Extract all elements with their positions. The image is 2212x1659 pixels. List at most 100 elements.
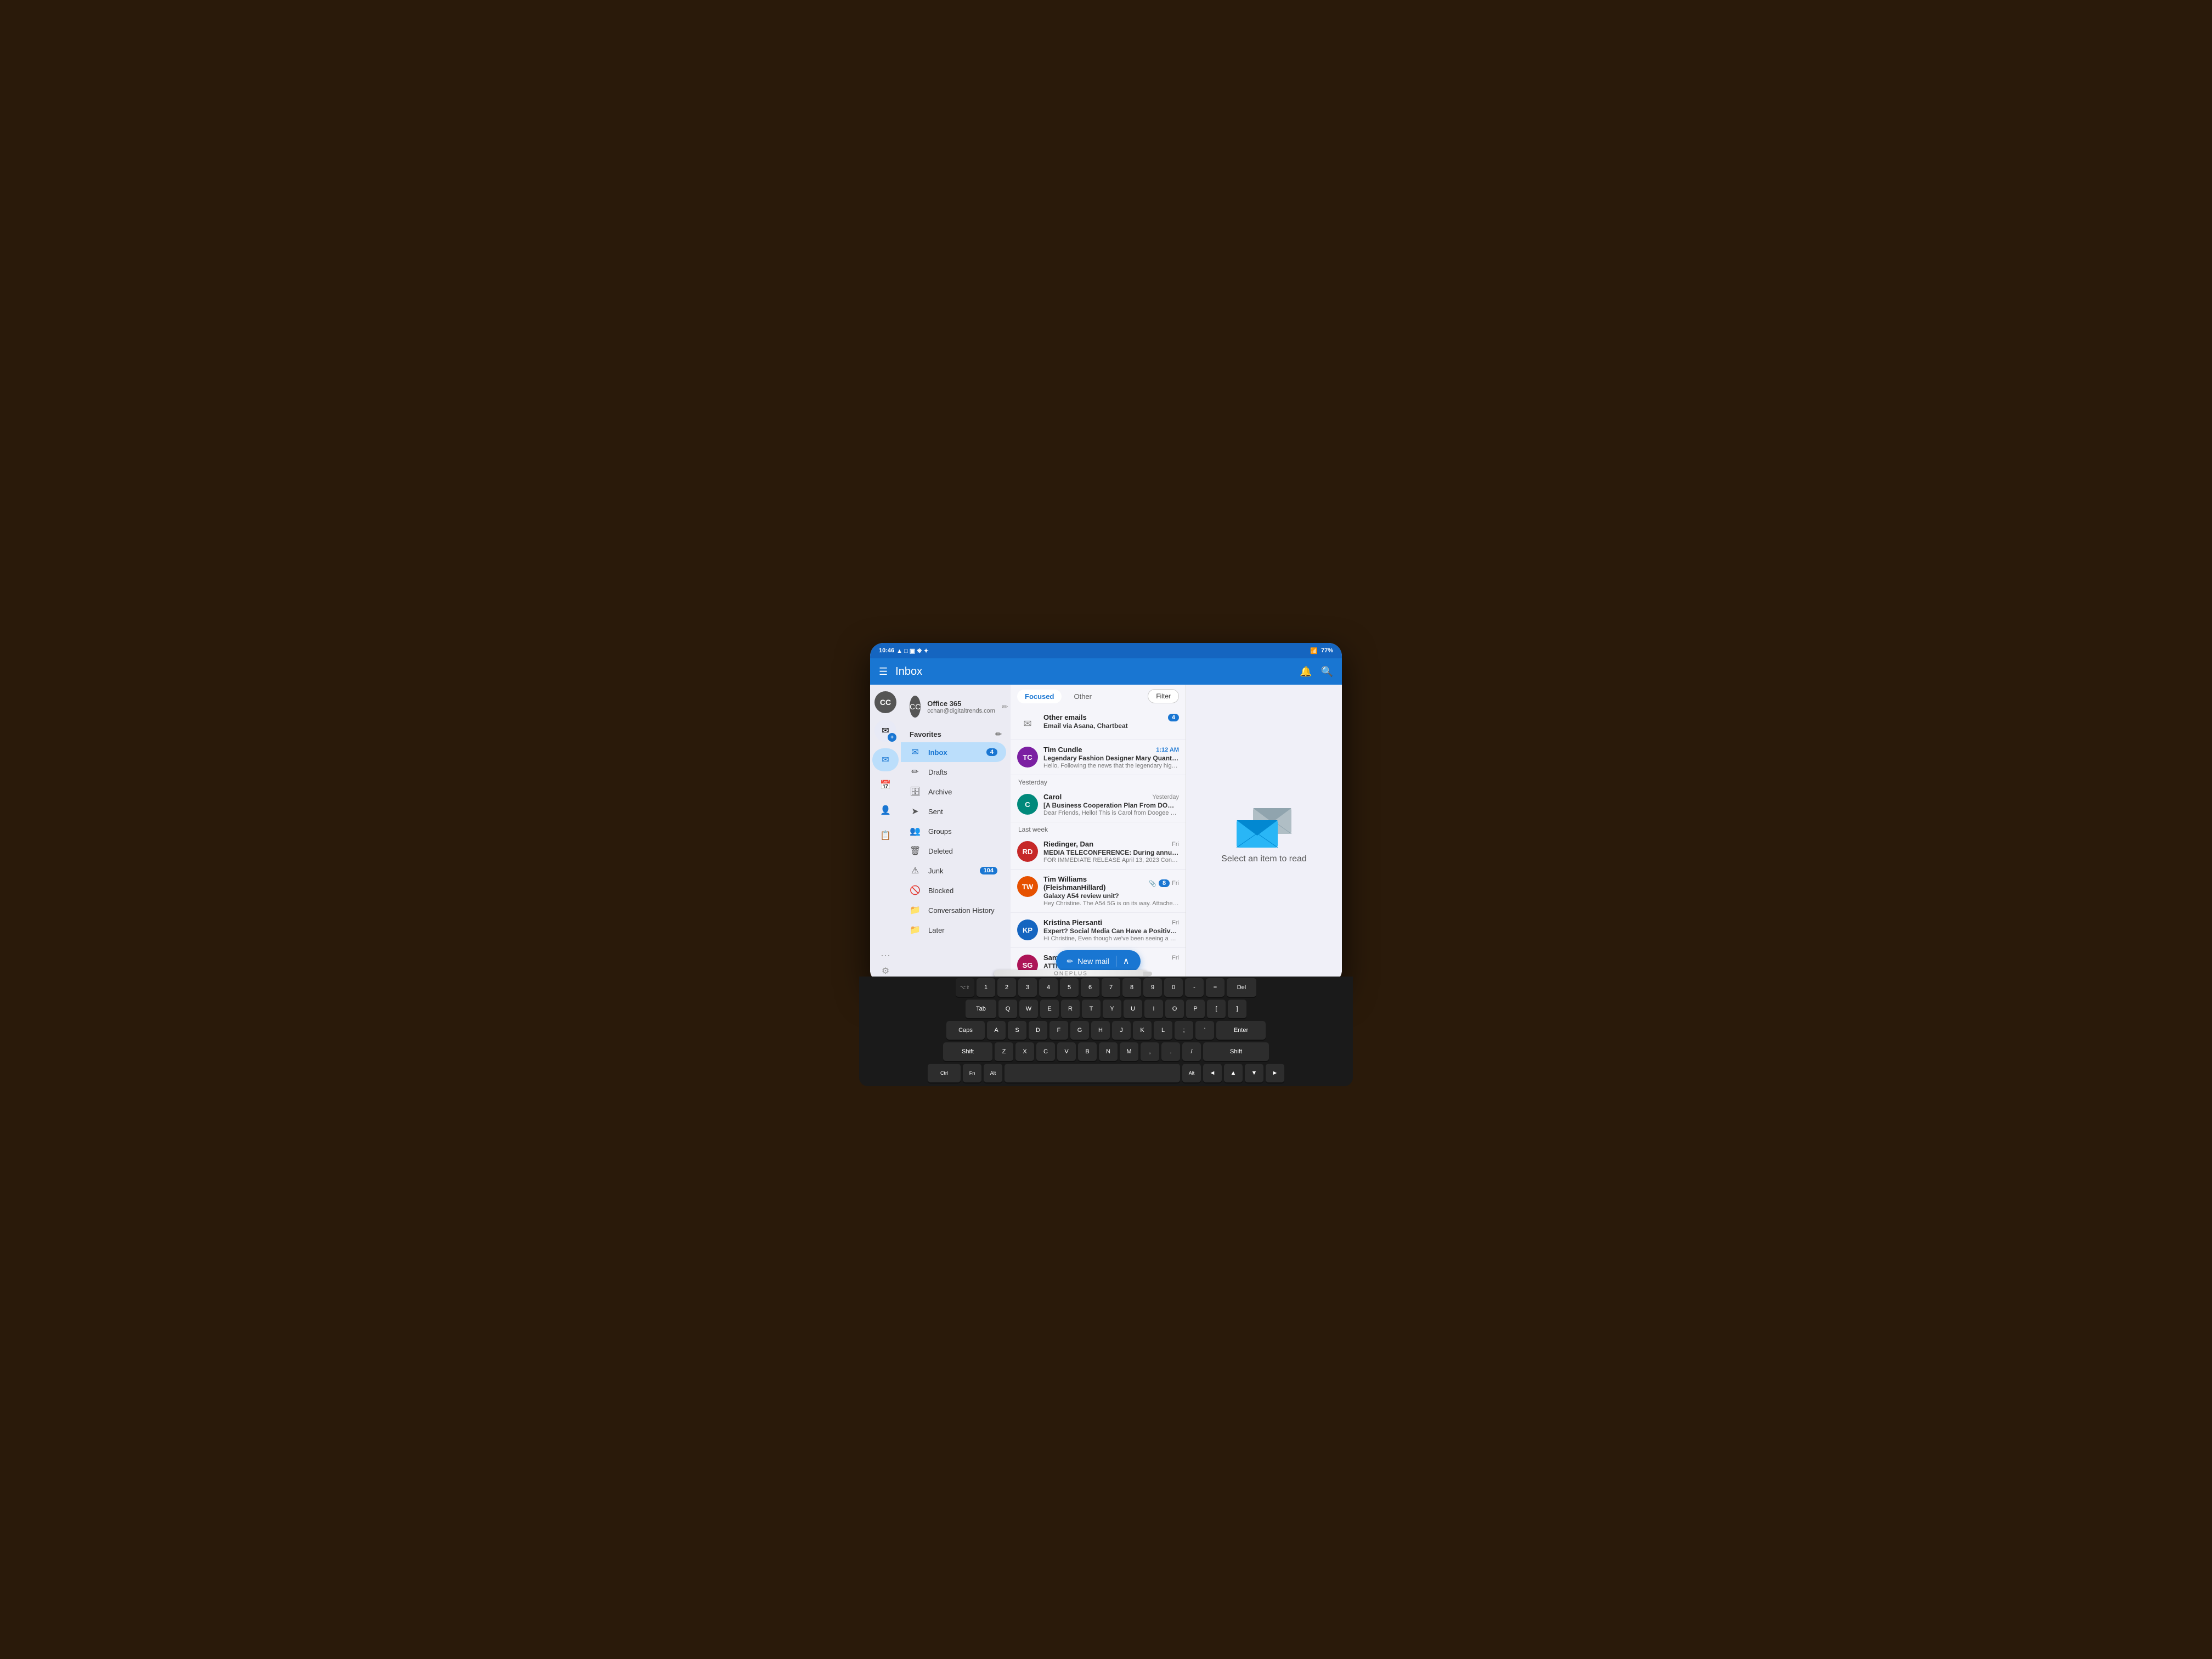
key-m[interactable]: M: [1120, 1042, 1138, 1061]
tab-focused[interactable]: Focused: [1017, 690, 1062, 703]
key-up[interactable]: ▲: [1224, 1064, 1243, 1082]
key-1[interactable]: 1: [977, 978, 995, 997]
key-t[interactable]: T: [1082, 1000, 1101, 1018]
sidebar-nav-contacts[interactable]: 👤: [872, 799, 899, 822]
nav-item-junk[interactable]: ⚠ Junk 104: [901, 861, 1006, 881]
email-time: 1:12 AM: [1156, 747, 1179, 753]
key-3[interactable]: 3: [1018, 978, 1037, 997]
key-9[interactable]: 9: [1143, 978, 1162, 997]
email-item-tim-williams[interactable]: TW Tim Williams (FleishmanHillard) 📎 8 F…: [1011, 870, 1186, 913]
key-shift-left[interactable]: Shift: [943, 1042, 992, 1061]
chevron-up-icon[interactable]: ∧: [1123, 956, 1130, 967]
key-r[interactable]: R: [1061, 1000, 1080, 1018]
key-minus[interactable]: -: [1185, 978, 1204, 997]
nav-item-inbox[interactable]: ✉ Inbox 4: [901, 742, 1006, 762]
nav-item-conversation-history[interactable]: 📁 Conversation History: [901, 900, 1006, 920]
key-0[interactable]: 0: [1164, 978, 1183, 997]
key-ctrl-l[interactable]: Ctrl: [928, 1064, 961, 1082]
key-7[interactable]: 7: [1102, 978, 1120, 997]
more-icon[interactable]: ···: [881, 950, 890, 961]
key-space[interactable]: [1005, 1064, 1180, 1082]
key-comma[interactable]: ,: [1141, 1042, 1159, 1061]
key-v[interactable]: V: [1057, 1042, 1076, 1061]
nav-item-blocked[interactable]: 🚫 Blocked: [901, 881, 1006, 900]
key-w[interactable]: W: [1019, 1000, 1038, 1018]
key-j[interactable]: J: [1112, 1021, 1131, 1040]
filter-button[interactable]: Filter: [1148, 689, 1179, 703]
key-c[interactable]: C: [1036, 1042, 1055, 1061]
key-left[interactable]: ◄: [1203, 1064, 1222, 1082]
key-rbracket[interactable]: ]: [1228, 1000, 1246, 1018]
sidebar-nav-calendar[interactable]: 📅: [872, 774, 899, 797]
key-i[interactable]: I: [1144, 1000, 1163, 1018]
key-o[interactable]: O: [1165, 1000, 1184, 1018]
nav-item-groups[interactable]: 👥 Groups: [901, 821, 1006, 841]
nav-item-later[interactable]: 📁 Later: [901, 920, 1006, 940]
email-item-carol[interactable]: C Carol Yesterday [A Business Cooperatio…: [1011, 787, 1186, 822]
key-row-space: Ctrl Fn Alt Alt ◄ ▲ ▼ ►: [928, 1064, 1284, 1082]
key-z[interactable]: Z: [995, 1042, 1013, 1061]
key-f[interactable]: F: [1049, 1021, 1068, 1040]
email-item-kristina[interactable]: KP Kristina Piersanti Fri Expert? Social…: [1011, 913, 1186, 948]
search-icon[interactable]: 🔍: [1321, 666, 1333, 678]
key-right[interactable]: ►: [1266, 1064, 1284, 1082]
key-h[interactable]: H: [1091, 1021, 1110, 1040]
email-item-other-emails[interactable]: ✉ Other emails 4 Email via Asana, Chartb…: [1011, 708, 1186, 740]
key-d[interactable]: D: [1029, 1021, 1047, 1040]
key-g[interactable]: G: [1070, 1021, 1089, 1040]
nav-item-drafts[interactable]: ✏ Drafts: [901, 762, 1006, 782]
key-fn[interactable]: ⌥⇧: [956, 978, 974, 997]
key-l[interactable]: L: [1154, 1021, 1172, 1040]
edit-icon[interactable]: ✏: [1002, 702, 1008, 712]
settings-icon[interactable]: ⚙: [882, 966, 889, 977]
key-slash[interactable]: /: [1182, 1042, 1201, 1061]
key-e[interactable]: E: [1040, 1000, 1059, 1018]
sidebar-nav-notes[interactable]: 📋: [872, 824, 899, 847]
key-down[interactable]: ▼: [1245, 1064, 1263, 1082]
key-x[interactable]: X: [1015, 1042, 1034, 1061]
favorites-edit-icon[interactable]: ✏: [995, 730, 1002, 739]
account-info: Office 365 cchan@digitaltrends.com: [927, 699, 995, 714]
key-p[interactable]: P: [1186, 1000, 1205, 1018]
key-quote[interactable]: ': [1195, 1021, 1214, 1040]
account-avatar[interactable]: CC: [910, 696, 921, 718]
key-u[interactable]: U: [1124, 1000, 1142, 1018]
menu-icon[interactable]: ☰: [879, 666, 888, 678]
new-mail-fab[interactable]: ✏ New mail ∧: [1056, 950, 1140, 972]
key-semicolon[interactable]: ;: [1175, 1021, 1193, 1040]
key-enter[interactable]: Enter: [1216, 1021, 1266, 1040]
key-shift-right[interactable]: Shift: [1203, 1042, 1269, 1061]
email-item-tim-cundle[interactable]: TC Tim Cundle 1:12 AM Legendary Fashion …: [1011, 740, 1186, 775]
key-y[interactable]: Y: [1103, 1000, 1121, 1018]
key-alt-l[interactable]: Alt: [984, 1064, 1002, 1082]
key-n[interactable]: N: [1099, 1042, 1118, 1061]
key-q[interactable]: Q: [998, 1000, 1017, 1018]
key-k[interactable]: K: [1133, 1021, 1152, 1040]
email-item-riedinger[interactable]: RD Riedinger, Dan Fri MEDIA TELECONFEREN…: [1011, 834, 1186, 870]
key-caps[interactable]: Caps: [946, 1021, 985, 1040]
key-s[interactable]: S: [1008, 1021, 1026, 1040]
later-icon: 📁: [910, 924, 921, 935]
key-5[interactable]: 5: [1060, 978, 1079, 997]
key-a[interactable]: A: [987, 1021, 1006, 1040]
key-del[interactable]: Del: [1227, 978, 1256, 997]
nav-item-archive[interactable]: 🗄 Archive: [901, 782, 1006, 802]
tab-other[interactable]: Other: [1066, 690, 1099, 703]
key-2[interactable]: 2: [997, 978, 1016, 997]
key-equals[interactable]: =: [1206, 978, 1224, 997]
key-4[interactable]: 4: [1039, 978, 1058, 997]
nav-item-sent[interactable]: ➤ Sent: [901, 802, 1006, 821]
key-lbracket[interactable]: [: [1207, 1000, 1226, 1018]
key-b[interactable]: B: [1078, 1042, 1097, 1061]
key-fn2[interactable]: Fn: [963, 1064, 981, 1082]
notification-icon[interactable]: 🔔: [1300, 666, 1312, 678]
nav-item-deleted[interactable]: 🗑 Deleted: [901, 841, 1006, 861]
key-alt-r[interactable]: Alt: [1182, 1064, 1201, 1082]
key-6[interactable]: 6: [1081, 978, 1099, 997]
sidebar-nav-inbox[interactable]: ✉: [872, 748, 899, 771]
compose-button[interactable]: ✉ +: [874, 720, 896, 742]
key-tab[interactable]: Tab: [966, 1000, 996, 1018]
key-period[interactable]: .: [1161, 1042, 1180, 1061]
key-8[interactable]: 8: [1122, 978, 1141, 997]
user-avatar[interactable]: CC: [874, 691, 896, 713]
